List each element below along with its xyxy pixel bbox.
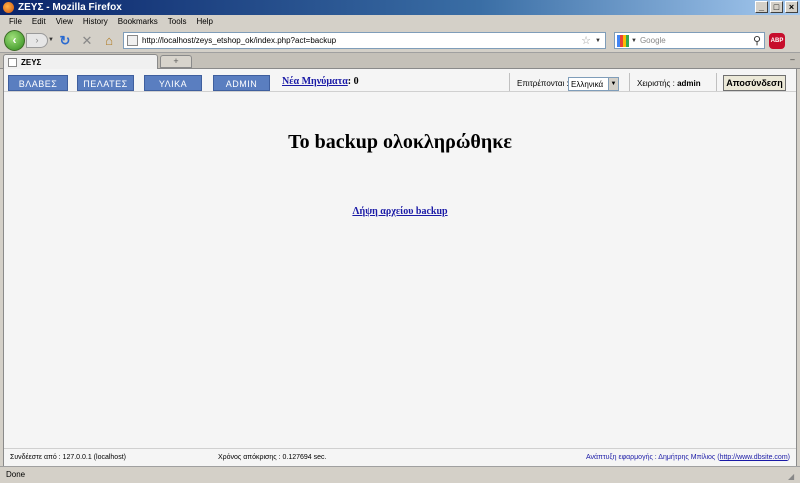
chevron-down-icon[interactable]: ▼	[608, 78, 618, 90]
divider	[716, 73, 717, 91]
home-icon[interactable]: ⌂	[101, 33, 117, 49]
search-input[interactable]: Google	[640, 36, 753, 45]
back-button[interactable]: ‹	[4, 30, 25, 51]
page-favicon-icon	[127, 35, 138, 46]
menu-file[interactable]: File	[4, 17, 27, 26]
window-controls: _ □ ×	[755, 1, 798, 13]
nav-button-materials[interactable]: ΥΛΙΚΑ	[144, 75, 202, 91]
language-label: Επιτρέπονται :	[517, 79, 569, 88]
language-select[interactable]: Ελληνικά ▼	[568, 77, 619, 91]
response-time: Χρόνος απόκρισης : 0.127694 sec.	[218, 454, 327, 461]
page-footer: Συνδέεστε από : 127.0.0.1 (localhost) Χρ…	[4, 448, 796, 466]
page-content: ΒΛΑΒΕΣ ΠΕΛΑΤΕΣ ΥΛΙΚΑ ADMIN Νέα Μηνύματα:…	[3, 69, 797, 466]
credits-link[interactable]: http://www.dbsite.com	[720, 454, 788, 461]
url-bar[interactable]: http://localhost/zeys_etshop_ok/index.ph…	[123, 32, 606, 49]
url-text[interactable]: http://localhost/zeys_etshop_ok/index.ph…	[142, 36, 581, 45]
minimize-button[interactable]: _	[755, 1, 768, 13]
menu-edit[interactable]: Edit	[27, 17, 51, 26]
tab-bar: ΖΕΥΣ + –	[0, 53, 800, 69]
divider	[629, 73, 630, 91]
resize-grip-icon[interactable]: ◢	[788, 472, 798, 482]
forward-button[interactable]: ›	[26, 33, 48, 48]
window-title: ΖΕΥΣ - Mozilla Firefox	[18, 2, 122, 13]
tab-label: ΖΕΥΣ	[21, 57, 42, 67]
adblock-icon[interactable]: ABP	[769, 33, 785, 49]
window-titlebar: ΖΕΥΣ - Mozilla Firefox _ □ ×	[0, 0, 800, 15]
new-messages: Νέα Μηνύματα: 0	[282, 76, 359, 87]
google-icon[interactable]	[617, 34, 629, 47]
status-text: Done	[6, 470, 26, 479]
connection-info: Συνδέεστε από : 127.0.0.1 (localhost)	[10, 454, 126, 461]
download-backup: Λήψη αρχείου backup	[4, 206, 796, 217]
credits-text: Ανάπτυξη εφαρμογής : Δημήτρης Μπίλιος	[585, 454, 716, 461]
language-value: Ελληνικά	[571, 79, 604, 89]
firefox-icon	[3, 2, 14, 13]
stop-icon[interactable]: ✕	[79, 33, 95, 49]
nav-button-customers[interactable]: ΠΕΛΑΤΕΣ	[77, 75, 134, 91]
url-dropdown-icon[interactable]: ▼	[595, 38, 601, 44]
maximize-button[interactable]: □	[770, 1, 783, 13]
bookmark-star-icon[interactable]: ☆	[581, 34, 591, 47]
reload-icon[interactable]: ↻	[57, 33, 73, 49]
status-bar: Done ◢	[0, 466, 800, 483]
nav-button-admin[interactable]: ADMIN	[213, 75, 270, 91]
user-name: admin	[677, 79, 701, 88]
menu-history[interactable]: History	[78, 17, 113, 26]
credits: Ανάπτυξη εφαρμογής : Δημήτρης Μπίλιος (h…	[585, 454, 790, 461]
app-nav: ΒΛΑΒΕΣ ΠΕΛΑΤΕΣ ΥΛΙΚΑ ADMIN Νέα Μηνύματα:…	[4, 69, 796, 92]
divider	[509, 73, 510, 91]
logout-button[interactable]: Αποσύνδεση	[723, 75, 786, 91]
menu-bar: File Edit View History Bookmarks Tools H…	[0, 15, 800, 28]
user-info: Χειριστής : admin	[637, 79, 701, 88]
new-tab-button[interactable]: +	[160, 55, 192, 68]
history-dropdown-icon[interactable]: ▼	[48, 37, 54, 43]
nav-button-faults[interactable]: ΒΛΑΒΕΣ	[8, 75, 68, 91]
search-bar[interactable]: ▼ Google ⚲	[614, 32, 765, 49]
download-backup-link[interactable]: Λήψη αρχείου backup	[352, 206, 447, 217]
tab-favicon-icon	[8, 57, 17, 67]
tab-list-button[interactable]: –	[787, 55, 798, 67]
menu-view[interactable]: View	[51, 17, 78, 26]
search-icon[interactable]: ⚲	[753, 34, 761, 47]
menu-help[interactable]: Help	[191, 17, 217, 26]
navigation-toolbar: ‹ › ▼ ↻ ✕ ⌂ http://localhost/zeys_etshop…	[0, 28, 800, 53]
page-title: Το backup ολοκληρώθηκε	[288, 131, 512, 153]
tab-active[interactable]: ΖΕΥΣ	[3, 54, 158, 69]
user-label: Χειριστής :	[637, 79, 675, 88]
new-messages-count: 0	[353, 76, 359, 87]
close-button[interactable]: ×	[785, 1, 798, 13]
new-messages-link[interactable]: Νέα Μηνύματα	[282, 76, 348, 87]
search-engine-dropdown-icon[interactable]: ▼	[631, 38, 637, 44]
menu-bookmarks[interactable]: Bookmarks	[113, 17, 163, 26]
menu-tools[interactable]: Tools	[163, 17, 192, 26]
